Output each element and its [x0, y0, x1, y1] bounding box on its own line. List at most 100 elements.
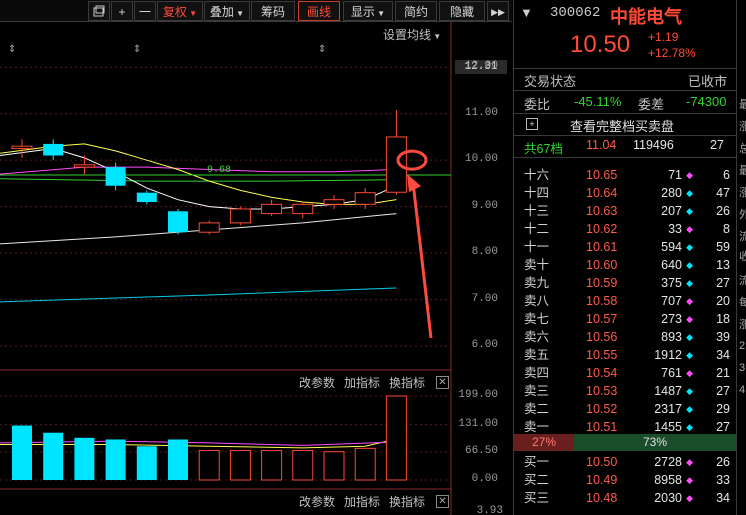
side-strip-label: 最: [739, 99, 746, 111]
diamond-icon: ◆: [686, 206, 693, 216]
orderbook-row[interactable]: 卖五 10.55 1912 34 ◆: [514, 346, 736, 364]
orderbook-row[interactable]: 买一 10.50 2728 26 ◆: [514, 453, 736, 471]
candle-body: [323, 199, 345, 205]
diamond-icon: ◆: [686, 188, 693, 198]
bottom-axis-tick: 3.93: [476, 505, 503, 515]
orderbook-row[interactable]: 卖十 10.60 640 13 ◆: [514, 256, 736, 274]
orderbook-row[interactable]: 卖八 10.58 707 20 ◆: [514, 292, 736, 310]
level-volume: 594: [661, 240, 682, 254]
level-name: 卖三: [524, 384, 550, 398]
quote-panel: ▼ 300062 中能电气 10.50 +1.19 +12.78% 交易状态 已…: [513, 0, 736, 515]
volume-bar: [136, 446, 157, 480]
dropdown-arrow-icon[interactable]: ▼: [520, 5, 533, 20]
level-price: 10.50: [586, 455, 618, 469]
level-price: 10.63: [586, 204, 618, 218]
level-price: 10.56: [586, 330, 618, 344]
simple-mode-button[interactable]: 简约: [395, 1, 437, 21]
side-strip-label: 3: [739, 362, 746, 374]
kline-chart[interactable]: 9.68: [0, 22, 512, 515]
summary-count: 27: [710, 138, 724, 152]
orderbook-row[interactable]: 十三 10.63 207 26 ◆: [514, 202, 736, 220]
annotation-arrowhead: [407, 174, 421, 193]
price-axis-tick: 8.00: [471, 246, 498, 259]
diamond-icon: ◆: [686, 314, 693, 324]
switch-indicator-button[interactable]: 换指标: [389, 493, 425, 510]
kline-chart-panel[interactable]: 9.68 ⇕ ⇕ ⇕ 设置均线 ▼ 12.31 12.00 11.00 10.00 9…: [0, 22, 512, 515]
volume-bar: [323, 451, 345, 481]
level-price: 10.53: [586, 384, 618, 398]
side-strip-label: 涨: [739, 187, 746, 199]
level-volume: 1912: [654, 348, 682, 362]
side-info-strip: 最涨总最涨外流收流每涨234: [736, 0, 746, 515]
display-label: 显示: [350, 5, 375, 19]
ma-settings-dropdown[interactable]: 设置均线 ▼: [383, 26, 441, 43]
add-indicator-button[interactable]: 加指标: [344, 493, 380, 510]
display-dropdown[interactable]: 显示 ▼: [343, 1, 393, 21]
hide-button[interactable]: 隐藏: [439, 1, 485, 21]
stock-name: 中能电气: [610, 7, 682, 27]
change-params-button[interactable]: 改参数: [299, 374, 335, 391]
diamond-icon: ◆: [686, 278, 693, 288]
level-name: 卖五: [524, 348, 550, 362]
level-volume: 707: [661, 294, 682, 308]
orderbook-row[interactable]: 买二 10.49 8958 33 ◆: [514, 471, 736, 489]
orderbook-row[interactable]: 十二 10.62 33 8 ◆: [514, 220, 736, 238]
side-strip-label: 涨: [739, 319, 746, 331]
expand-icon[interactable]: ▶▶: [487, 1, 509, 21]
orderbook-row[interactable]: 卖三 10.53 1487 27 ◆: [514, 382, 736, 400]
overlay-dropdown[interactable]: 叠加 ▼: [204, 1, 250, 21]
volume-bar: [292, 449, 314, 481]
level-price: 10.64: [586, 186, 618, 200]
volume-bar: [385, 395, 407, 481]
view-full-orderbook-button[interactable]: 查看完整档买卖盘: [570, 116, 674, 135]
switch-indicator-button[interactable]: 换指标: [389, 374, 425, 391]
candle-body: [136, 192, 157, 202]
draw-line-button[interactable]: 画线: [298, 1, 340, 21]
orderbook-row[interactable]: 卖九 10.59 375 27 ◆: [514, 274, 736, 292]
sort-arrows-icon[interactable]: ⇕: [133, 44, 141, 55]
ma60-line: [0, 178, 397, 182]
level-count: 13: [716, 258, 730, 272]
level-price: 10.58: [586, 294, 618, 308]
level-count: 21: [716, 366, 730, 380]
level-price: 10.65: [586, 168, 618, 182]
caret-down-icon: ▼: [431, 32, 442, 41]
sort-arrows-icon[interactable]: ⇕: [8, 44, 16, 55]
orderbook-row[interactable]: 卖六 10.56 893 39 ◆: [514, 328, 736, 346]
level-volume: 273: [661, 312, 682, 326]
orderbook-row[interactable]: 卖七 10.57 273 18 ◆: [514, 310, 736, 328]
diamond-icon: ◆: [686, 386, 693, 396]
level-volume: 71: [668, 168, 682, 182]
adjust-dropdown[interactable]: 复权 ▼: [157, 1, 203, 21]
level-count: 34: [716, 491, 730, 505]
orderbook-row[interactable]: 十一 10.61 594 59 ◆: [514, 238, 736, 256]
window-icon[interactable]: [88, 1, 110, 21]
change-params-button[interactable]: 改参数: [299, 493, 335, 510]
candle-body: [229, 208, 251, 224]
volume-axis-tick: 66.50: [464, 444, 498, 457]
close-icon[interactable]: ✕: [436, 495, 449, 508]
diff-label: 委差: [638, 97, 665, 112]
orderbook-row[interactable]: 卖二 10.52 2317 29 ◆: [514, 400, 736, 418]
ma-settings-label: 设置均线: [383, 28, 432, 42]
side-strip-label: 流: [739, 275, 746, 287]
add-indicator-button[interactable]: 加指标: [344, 374, 380, 391]
orderbook-row[interactable]: 买三 10.48 2030 34 ◆: [514, 489, 736, 507]
sort-arrows-icon[interactable]: ⇕: [318, 44, 326, 55]
ma20-line: [0, 166, 397, 175]
ratio-label: 委比: [524, 97, 551, 112]
level-volume: 761: [661, 366, 682, 380]
volume-axis-tick: 199.00: [458, 389, 498, 401]
divider: [514, 68, 736, 69]
orderbook-row[interactable]: 十四 10.64 280 47 ◆: [514, 184, 736, 202]
plus-box-icon[interactable]: +: [526, 118, 538, 130]
side-strip-label: 收: [739, 251, 746, 263]
orderbook-row[interactable]: 十六 10.65 71 6 ◆: [514, 166, 736, 184]
zoom-in-button[interactable]: +: [111, 1, 133, 21]
orderbook-row[interactable]: 卖四 10.54 761 21 ◆: [514, 364, 736, 382]
close-icon[interactable]: ✕: [436, 376, 449, 389]
level-name: 卖十: [524, 258, 550, 272]
chips-button[interactable]: 筹码: [251, 1, 295, 21]
overlay-label: 叠加: [209, 5, 234, 19]
zoom-out-button[interactable]: 一: [134, 1, 156, 21]
